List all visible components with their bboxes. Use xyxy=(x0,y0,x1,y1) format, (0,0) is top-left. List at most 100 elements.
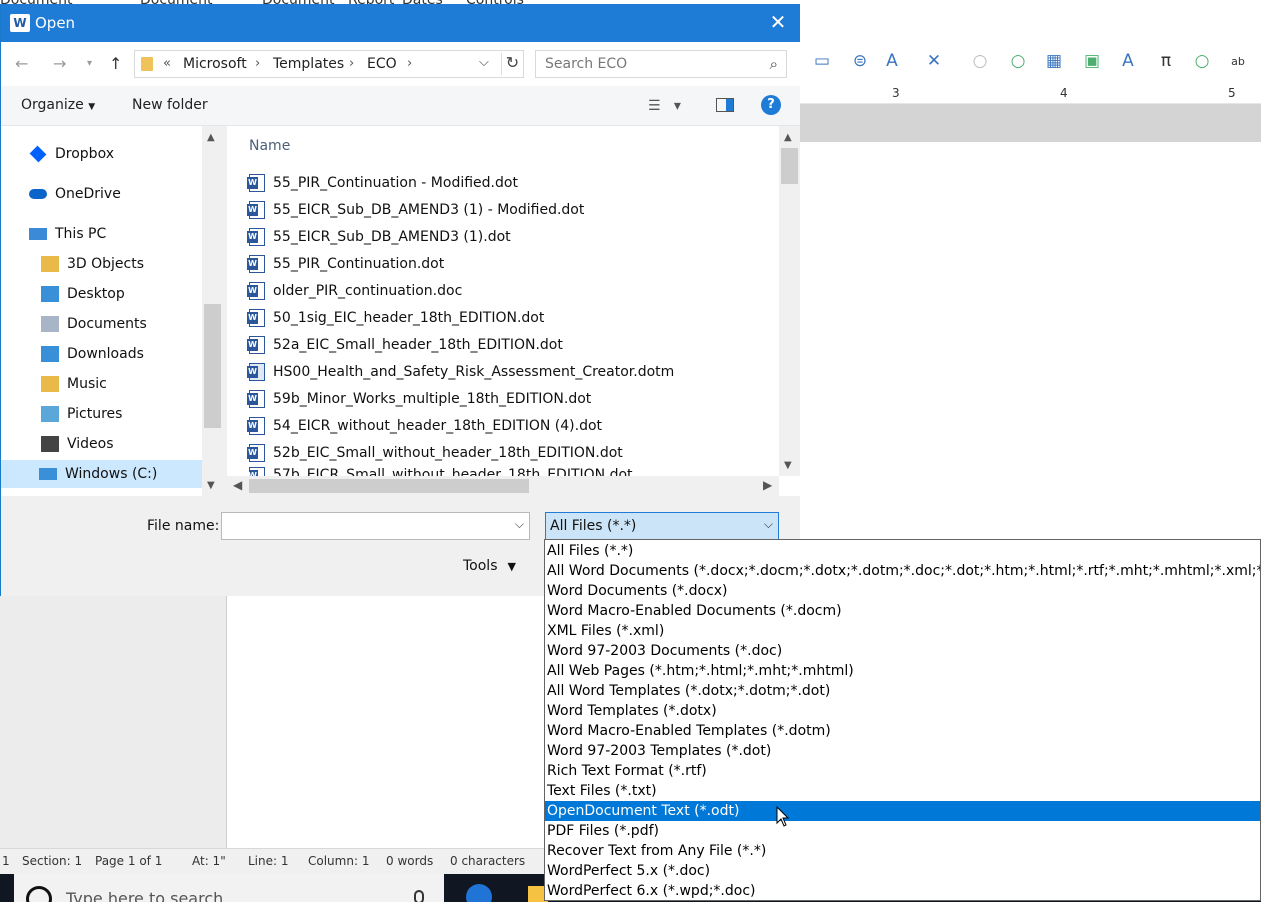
view-options-icon[interactable]: ☰ ▾ xyxy=(648,98,681,114)
file-row[interactable]: HS00_Health_and_Safety_Risk_Assessment_C… xyxy=(247,359,674,385)
file-row[interactable]: 50_1sig_EIC_header_18th_EDITION.dot xyxy=(247,305,544,331)
form-icon[interactable]: ▦ xyxy=(1042,49,1066,73)
file-row[interactable]: older_PIR_continuation.doc xyxy=(247,278,463,304)
file-type-option[interactable]: Word 97-2003 Templates (*.dot) xyxy=(545,741,1260,761)
file-list-horizontal-scrollbar[interactable]: ◀ ▶ xyxy=(227,476,779,496)
nav-item-dropbox[interactable]: Dropbox xyxy=(29,140,114,168)
chevron-down-icon[interactable]: ⌵ xyxy=(764,517,773,532)
nav-item-3d-objects[interactable]: 3D Objects xyxy=(41,250,144,278)
file-type-option[interactable]: Text Files (*.txt) xyxy=(545,781,1260,801)
file-type-option[interactable]: All Files (*.*) xyxy=(545,541,1260,561)
forward-arrow-icon[interactable]: → xyxy=(53,54,66,73)
file-type-option[interactable]: Recover Text from Any File (*.*) xyxy=(545,841,1260,861)
file-row[interactable]: 54_EICR_without_header_18th_EDITION (4).… xyxy=(247,413,602,439)
circle-icon[interactable]: ○ xyxy=(968,49,992,73)
breadcrumb-templates[interactable]: Templates xyxy=(273,56,344,72)
file-type-select[interactable]: All Files (*.*) ⌵ xyxy=(545,512,779,540)
nav-item-onedrive[interactable]: OneDrive xyxy=(29,180,121,208)
file-row[interactable]: 52b_EIC_Small_without_header_18th_EDITIO… xyxy=(247,440,623,466)
scroll-down-icon[interactable]: ▼ xyxy=(207,480,215,491)
nav-item-pictures[interactable]: Pictures xyxy=(41,400,122,428)
file-row[interactable]: 55_PIR_Continuation - Modified.dot xyxy=(247,170,518,196)
nav-item-music[interactable]: Music xyxy=(41,370,107,398)
autocorrect-icon[interactable]: ab xyxy=(1226,49,1250,73)
address-dropdown-chevron-icon[interactable]: ⌵ xyxy=(479,55,489,70)
file-list-vertical-scrollbar[interactable]: ▲ ▼ xyxy=(779,126,800,476)
taskbar-search-box[interactable]: Type here to search xyxy=(14,874,444,902)
scrollbar-thumb[interactable] xyxy=(204,304,221,428)
file-row[interactable]: 55_EICR_Sub_DB_AMEND3 (1).dot xyxy=(247,224,511,250)
scroll-left-icon[interactable]: ◀ xyxy=(233,478,242,492)
recent-locations-chevron-icon[interactable]: ▾ xyxy=(87,58,92,69)
file-type-option[interactable]: All Word Templates (*.dotx;*.dotm;*.dot) xyxy=(545,681,1260,701)
close-icon[interactable]: ✕ xyxy=(766,10,790,34)
address-bar[interactable]: « Microsoft › Templates › ECO › ⌵ ↻ xyxy=(134,50,524,78)
breadcrumb-eco[interactable]: ECO xyxy=(367,56,397,72)
breadcrumb-separator-icon[interactable]: › xyxy=(255,56,260,71)
frame-icon[interactable]: ▣ xyxy=(1080,49,1104,73)
file-type-option[interactable]: Word Documents (*.docx) xyxy=(545,581,1260,601)
fontwork-icon[interactable]: A xyxy=(880,49,904,73)
nav-item-downloads[interactable]: Downloads xyxy=(41,340,144,368)
navigation-scrollbar[interactable]: ▲ ▼ xyxy=(202,126,223,496)
file-type-option[interactable]: PDF Files (*.pdf) xyxy=(545,821,1260,841)
overflow-chevron-icon[interactable]: « xyxy=(163,56,171,71)
refresh-icon[interactable]: ↻ xyxy=(501,53,523,75)
microphone-icon[interactable] xyxy=(414,890,424,902)
scroll-down-icon[interactable]: ▼ xyxy=(784,460,792,471)
file-row[interactable]: 55_PIR_Continuation.dot xyxy=(247,251,444,277)
file-type-option[interactable]: Word Macro-Enabled Templates (*.dotm) xyxy=(545,721,1260,741)
new-folder-button[interactable]: New folder xyxy=(132,97,208,113)
special-character-icon[interactable]: ⊜ xyxy=(848,49,872,73)
nav-item-desktop[interactable]: Desktop xyxy=(41,280,125,308)
file-type-option-highlighted[interactable]: OpenDocument Text (*.odt) xyxy=(545,801,1260,821)
open-dialog: W Open ✕ ← → ▾ ↑ « Microsoft › Templates… xyxy=(0,4,800,596)
breadcrumb-microsoft[interactable]: Microsoft xyxy=(183,56,247,72)
file-type-option[interactable]: XML Files (*.xml) xyxy=(545,621,1260,641)
column-header-name[interactable]: Name xyxy=(249,138,290,154)
file-row[interactable]: 57b_EICR_Small_without_header_18th_EDITI… xyxy=(249,467,633,476)
search-input[interactable]: Search ECO ⌕ xyxy=(535,50,787,78)
file-type-option[interactable]: Word Macro-Enabled Documents (*.docm) xyxy=(545,601,1260,621)
scroll-right-icon[interactable]: ▶ xyxy=(763,478,772,492)
nav-item-videos[interactable]: Videos xyxy=(41,430,114,458)
nav-item-windows-c[interactable]: Windows (C:) xyxy=(1,460,202,488)
file-row[interactable]: 59b_Minor_Works_multiple_18th_EDITION.do… xyxy=(247,386,591,412)
scroll-up-icon[interactable]: ▲ xyxy=(784,132,792,143)
nav-item-this-pc[interactable]: This PC xyxy=(29,220,106,248)
file-type-option[interactable]: WordPerfect 5.x (*.doc) xyxy=(545,861,1260,881)
scrollbar-thumb[interactable] xyxy=(781,148,798,184)
breadcrumb-separator-icon[interactable]: › xyxy=(407,56,412,71)
file-type-option[interactable]: Word Templates (*.dotx) xyxy=(545,701,1260,721)
nav-item-documents[interactable]: Documents xyxy=(41,310,147,338)
file-type-option[interactable]: WordPerfect 6.x (*.wpd;*.doc) xyxy=(545,881,1260,901)
status-words: 0 words xyxy=(386,854,434,868)
file-name-input[interactable]: ⌵ xyxy=(221,512,530,540)
file-type-option[interactable]: All Word Documents (*.docx;*.docm;*.dotx… xyxy=(545,561,1260,581)
preview-pane-icon[interactable] xyxy=(716,98,734,112)
text-effects-icon[interactable]: A xyxy=(1116,49,1140,73)
file-type-option[interactable]: Rich Text Format (*.rtf) xyxy=(545,761,1260,781)
navigation-pane: Dropbox OneDrive This PC 3D Objects Desk… xyxy=(1,126,223,496)
insert-bar-icon[interactable]: ▭ xyxy=(810,49,834,73)
green-circle-icon[interactable]: ○ xyxy=(1006,49,1030,73)
file-type-option[interactable]: All Web Pages (*.htm;*.html;*.mht;*.mhtm… xyxy=(545,661,1260,681)
dialog-titlebar[interactable]: W Open ✕ xyxy=(1,4,800,42)
help-icon[interactable]: ? xyxy=(761,95,781,115)
chevron-down-icon[interactable]: ⌵ xyxy=(515,517,524,532)
breadcrumb-separator-icon[interactable]: › xyxy=(349,56,354,71)
file-row[interactable]: 55_EICR_Sub_DB_AMEND3 (1) - Modified.dot xyxy=(247,197,584,223)
green-circle-2-icon[interactable]: ○ xyxy=(1190,49,1214,73)
mouse-pointer-icon xyxy=(776,806,790,827)
file-type-option[interactable]: Word 97-2003 Documents (*.doc) xyxy=(545,641,1260,661)
shapes-icon[interactable]: ✕ xyxy=(922,49,946,73)
file-row[interactable]: 52a_EIC_Small_header_18th_EDITION.dot xyxy=(247,332,563,358)
tools-button[interactable]: Tools ▼ xyxy=(463,558,516,574)
pi-formula-icon[interactable]: π xyxy=(1154,49,1178,73)
organize-button[interactable]: Organize ▼ xyxy=(21,97,95,113)
scroll-up-icon[interactable]: ▲ xyxy=(207,132,215,143)
up-arrow-icon[interactable]: ↑ xyxy=(109,54,122,73)
scrollbar-thumb[interactable] xyxy=(249,479,529,493)
file-name: older_PIR_continuation.doc xyxy=(273,283,463,299)
back-arrow-icon[interactable]: ← xyxy=(15,54,28,73)
